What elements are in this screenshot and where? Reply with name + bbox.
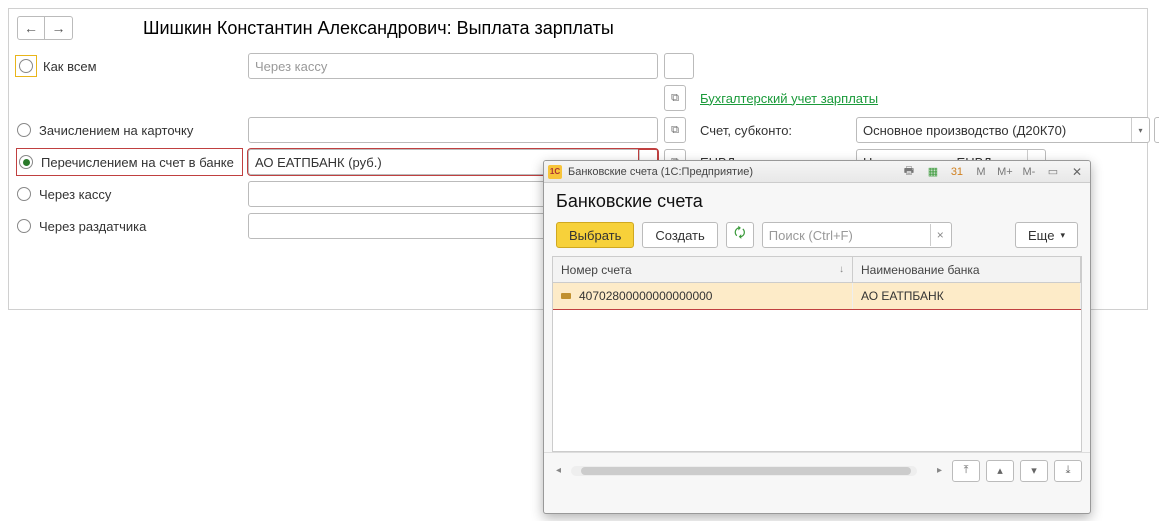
account-label: Счет, субконто:: [700, 123, 850, 138]
scroll-top-button[interactable]: ⤒: [952, 460, 980, 482]
chevron-down-icon[interactable]: ▾: [1131, 118, 1149, 142]
m-plus-button[interactable]: M+: [996, 163, 1014, 181]
cell-number: 40702800000000000000: [579, 289, 712, 303]
bank-accounts-popup: 1С Банковские счета (1С:Предприятие) 🖶 ▦…: [543, 160, 1091, 514]
radio-label: Через кассу: [39, 187, 111, 202]
radio-label: Как всем: [43, 59, 97, 74]
radio-label: Зачислением на карточку: [39, 123, 193, 138]
open-ext-button-1[interactable]: ⧉: [664, 85, 686, 111]
payment-option-all[interactable]: Как всем: [17, 53, 242, 79]
col-bank-label: Наименование банка: [861, 263, 980, 277]
account-value: Основное производство (Д20К70): [863, 123, 1066, 138]
radio-icon: [17, 123, 31, 137]
radio-icon: [19, 155, 33, 169]
radio-icon: [19, 59, 33, 73]
account-ext-button[interactable]: ⧉: [1154, 117, 1159, 143]
col-number-label: Номер счета: [561, 263, 632, 277]
refresh-button[interactable]: 🗘: [726, 222, 754, 248]
open-ext-button-2[interactable]: ⧉: [664, 117, 686, 143]
toolbar: ← → Шишкин Константин Александрович: Вып…: [9, 9, 1147, 47]
clear-search-button[interactable]: ×: [930, 224, 950, 246]
through-cashier-input-top[interactable]: Через кассу: [248, 53, 658, 79]
table-row[interactable]: 40702800000000000000 АО ЕАТПБАНК: [553, 283, 1081, 309]
more-label: Еще: [1028, 228, 1054, 243]
open-icon: ⧉: [671, 92, 679, 105]
accounting-link-row: Бухгалтерский учет зарплаты: [700, 91, 1159, 106]
popup-titlebar[interactable]: 1С Банковские счета (1С:Предприятие) 🖶 ▦…: [544, 161, 1090, 183]
scroll-left-icon[interactable]: ◂: [552, 465, 565, 476]
refresh-icon: 🗘: [734, 224, 746, 246]
scroll-up-button[interactable]: ▴: [986, 460, 1014, 482]
logo-1c-icon: 1С: [548, 165, 562, 179]
nav-forward-button[interactable]: →: [45, 16, 73, 40]
table-header: Номер счета ↓ Наименование банка: [553, 257, 1081, 283]
minimize-icon[interactable]: ▭: [1044, 163, 1062, 181]
nav-back-button[interactable]: ←: [17, 16, 45, 40]
radio-label: Через раздатчика: [39, 219, 146, 234]
payment-option-bank[interactable]: Перечислением на счет в банке: [17, 149, 242, 175]
payment-option-cash[interactable]: Через кассу: [17, 181, 242, 207]
card-input[interactable]: [248, 117, 658, 143]
m-button[interactable]: M: [972, 163, 990, 181]
close-icon[interactable]: ✕: [1068, 165, 1086, 179]
calc-icon[interactable]: ▦: [924, 163, 942, 181]
scroll-down-button[interactable]: ▾: [1020, 460, 1048, 482]
payment-option-card[interactable]: Зачислением на карточку: [17, 117, 242, 143]
sort-asc-icon: ↓: [839, 264, 844, 275]
radio-icon: [17, 187, 31, 201]
table-body: 40702800000000000000 АО ЕАТПБАНК: [553, 283, 1081, 451]
print-icon[interactable]: 🖶: [900, 163, 918, 181]
m-minus-button[interactable]: M-: [1020, 163, 1038, 181]
open-icon: ⧉: [671, 124, 679, 137]
select-button[interactable]: Выбрать: [556, 222, 634, 248]
popup-footer: ◂ ▸ ⤒ ▴ ▾ ⤓: [544, 452, 1090, 488]
cell-bank: АО ЕАТПБАНК: [861, 289, 944, 303]
account-icon: [561, 293, 571, 299]
accounting-link[interactable]: Бухгалтерский учет зарплаты: [700, 91, 878, 106]
radio-label: Перечислением на счет в банке: [41, 155, 234, 170]
chevron-down-icon: ▾: [1060, 230, 1065, 241]
popup-titlebar-text: Банковские счета (1С:Предприятие): [568, 166, 753, 178]
page-title: Шишкин Константин Александрович: Выплата…: [143, 18, 614, 39]
search-placeholder: Поиск (Ctrl+F): [769, 228, 853, 243]
radio-icon: [17, 219, 31, 233]
popup-heading: Банковские счета: [544, 183, 1090, 216]
horizontal-scrollbar[interactable]: [571, 466, 917, 476]
account-input[interactable]: Основное производство (Д20К70) ▾: [856, 117, 1150, 143]
payment-option-distributor[interactable]: Через раздатчика: [17, 213, 242, 239]
popup-toolbar: Выбрать Создать 🗘 Поиск (Ctrl+F) × Еще ▾: [544, 216, 1090, 256]
accounts-table: Номер счета ↓ Наименование банка 4070280…: [552, 256, 1082, 452]
calendar-icon[interactable]: 31: [948, 163, 966, 181]
empty-input-1[interactable]: [664, 53, 694, 79]
bank-value: АО ЕАТПБАНК (руб.): [255, 155, 382, 170]
col-bank-header[interactable]: Наименование банка: [853, 257, 1081, 282]
placeholder-text: Через кассу: [255, 59, 327, 74]
more-button[interactable]: Еще ▾: [1015, 222, 1078, 248]
search-input[interactable]: Поиск (Ctrl+F): [762, 222, 952, 248]
col-number-header[interactable]: Номер счета ↓: [553, 257, 853, 282]
create-button[interactable]: Создать: [642, 222, 717, 248]
scroll-right-icon[interactable]: ▸: [933, 465, 946, 476]
scroll-bottom-button[interactable]: ⤓: [1054, 460, 1082, 482]
